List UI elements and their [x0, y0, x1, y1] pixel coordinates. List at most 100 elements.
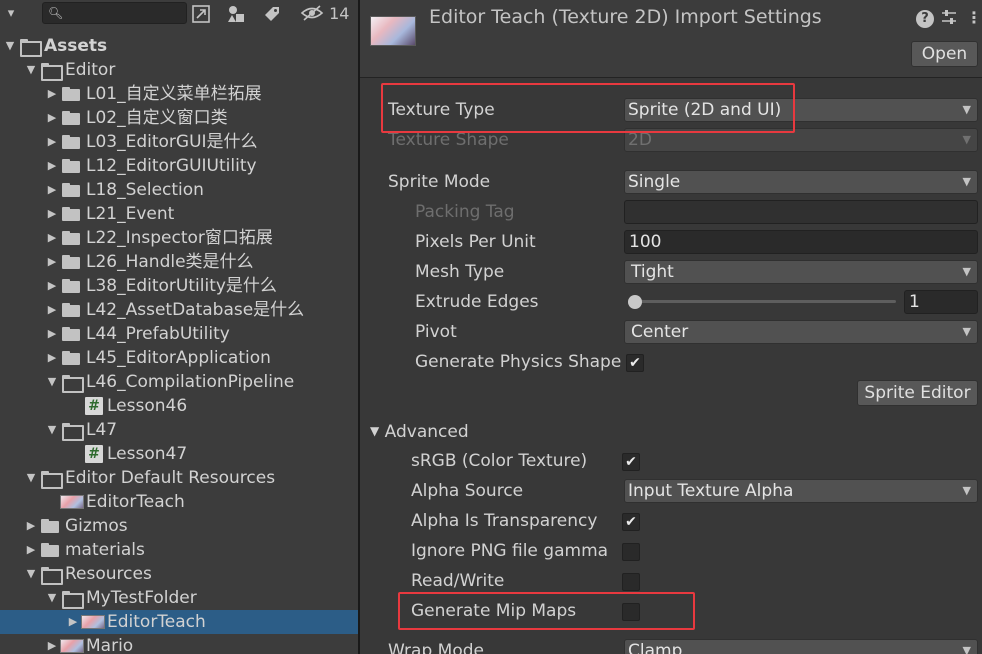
srgb-label: sRGB (Color Texture)	[411, 451, 588, 471]
tree-asset-item[interactable]: # Lesson46	[0, 394, 358, 418]
alpha-is-transparency-label: Alpha Is Transparency	[411, 511, 598, 531]
search-input[interactable]: 🔍︎	[42, 2, 187, 24]
hidden-count: 14	[329, 4, 350, 23]
expand-down-icon[interactable]: ▼	[25, 58, 37, 82]
more-icon[interactable]: ⋮	[966, 8, 982, 27]
tree-asset-item[interactable]: EditorTeach	[0, 490, 358, 514]
advanced-label: Advanced	[384, 422, 469, 442]
search-by-scene-icon[interactable]	[189, 2, 213, 26]
expand-right-icon[interactable]: ▶	[46, 322, 58, 346]
label-icon[interactable]	[260, 2, 284, 26]
tree-folder-item[interactable]: ▼ L47	[0, 418, 358, 442]
expand-right-icon[interactable]: ▶	[46, 82, 58, 106]
project-panel: ▾ 🔍︎ 14 ▼ Assets ▼ Editor ▶ L01_自定义菜单栏拓展 ▶ L02_…	[0, 0, 358, 654]
texture-icon	[60, 639, 84, 653]
expand-right-icon[interactable]: ▶	[46, 226, 58, 250]
expand-down-icon[interactable]: ▼	[46, 370, 58, 394]
tree-item-label: Resources	[65, 564, 152, 584]
pixels-per-unit-field[interactable]: 100	[624, 230, 978, 254]
tree-folder-item[interactable]: ▼ Editor Default Resources	[0, 466, 358, 490]
tree-folder-item[interactable]: ▼ L46_CompilationPipeline	[0, 370, 358, 394]
tree-folder-item[interactable]: ▶ L45_EditorApplication	[0, 346, 358, 370]
tree-folder-item[interactable]: ▶ L26_Handle类是什么	[0, 250, 358, 274]
expand-right-icon[interactable]: ▶	[46, 346, 58, 370]
folder-icon	[62, 207, 80, 221]
expand-right-icon[interactable]: ▶	[25, 514, 37, 538]
tree-asset-item[interactable]: ▶ Mario	[0, 634, 358, 654]
wrap-mode-dropdown[interactable]: Clamp ▼	[624, 639, 978, 654]
expand-right-icon[interactable]: ▶	[46, 274, 58, 298]
tree-asset-item[interactable]: # Lesson47	[0, 442, 358, 466]
tree-folder-item[interactable]: ▶ L38_EditorUtility是什么	[0, 274, 358, 298]
extrude-edges-slider[interactable]	[628, 300, 896, 303]
type-filter-icon[interactable]	[224, 2, 248, 26]
tree-item-label: Lesson46	[107, 396, 188, 416]
hidden-eye-icon	[300, 4, 329, 23]
folder-open-icon	[41, 567, 63, 585]
expand-down-icon[interactable]: ▼	[25, 562, 37, 586]
open-button[interactable]: Open	[911, 41, 978, 67]
extrude-edges-field[interactable]: 1	[904, 290, 978, 314]
hidden-packages-toggle[interactable]: 14	[300, 2, 352, 26]
expand-right-icon[interactable]: ▶	[46, 106, 58, 130]
folder-icon	[62, 159, 80, 173]
expand-right-icon[interactable]: ▶	[67, 610, 79, 634]
tree-item-label: Gizmos	[65, 516, 128, 536]
chevron-down-icon: ▼	[962, 644, 971, 654]
expand-right-icon[interactable]: ▶	[46, 298, 58, 322]
help-icon[interactable]: ?	[916, 10, 934, 28]
tree-folder-item[interactable]: ▶ L44_PrefabUtility	[0, 322, 358, 346]
expand-right-icon[interactable]: ▶	[25, 538, 37, 562]
tree-folder-item[interactable]: ▶ L42_AssetDatabase是什么	[0, 298, 358, 322]
tree-folder-item[interactable]: ▶ Gizmos	[0, 514, 358, 538]
tree-folder-item[interactable]: ▶ L03_EditorGUI是什么	[0, 130, 358, 154]
tree-folder-item[interactable]: ▶ L01_自定义菜单栏拓展	[0, 82, 358, 106]
expand-down-icon[interactable]: ▼	[46, 418, 58, 442]
expand-down-icon[interactable]: ▼	[25, 466, 37, 490]
tree-asset-item[interactable]: ▶ EditorTeach	[0, 610, 358, 634]
tree-folder-item[interactable]: ▶ materials	[0, 538, 358, 562]
tree-folder-item[interactable]: ▶ L12_EditorGUIUtility	[0, 154, 358, 178]
expand-down-icon[interactable]: ▼	[46, 586, 58, 610]
tree-folder-item[interactable]: ▶ L22_Inspector窗口拓展	[0, 226, 358, 250]
ignore-png-gamma-checkbox[interactable]	[622, 543, 640, 561]
tree-folder-item[interactable]: ▼ Resources	[0, 562, 358, 586]
srgb-checkbox[interactable]: ✔	[622, 453, 640, 471]
tree-folder-item[interactable]: ▼ Editor	[0, 58, 358, 82]
alpha-source-value: Input Texture Alpha	[628, 481, 794, 501]
folder-open-icon	[41, 471, 63, 489]
tree-item-label: Lesson47	[107, 444, 188, 464]
expand-right-icon[interactable]: ▶	[46, 130, 58, 154]
tree-folder-item[interactable]: ▼ MyTestFolder	[0, 586, 358, 610]
expand-right-icon[interactable]: ▶	[46, 154, 58, 178]
pivot-dropdown[interactable]: Center ▼	[624, 320, 978, 344]
expand-down-icon[interactable]: ▼	[4, 34, 16, 58]
tree-item-label: L46_CompilationPipeline	[86, 372, 295, 392]
tree-folder-item[interactable]: ▼ Assets	[0, 34, 358, 58]
advanced-foldout[interactable]: ▼ Advanced	[370, 418, 469, 444]
sprite-mode-dropdown[interactable]: Single ▼	[624, 170, 978, 194]
create-dropdown-icon[interactable]: ▾	[0, 2, 22, 26]
tree-folder-item[interactable]: ▶ L18_Selection	[0, 178, 358, 202]
tree-folder-item[interactable]: ▶ L21_Event	[0, 202, 358, 226]
mesh-type-dropdown[interactable]: Tight ▼	[624, 260, 978, 284]
alpha-source-label: Alpha Source	[411, 481, 524, 501]
tree-folder-item[interactable]: ▶ L02_自定义窗口类	[0, 106, 358, 130]
alpha-source-dropdown[interactable]: Input Texture Alpha ▼	[624, 479, 978, 503]
generate-physics-shape-checkbox[interactable]: ✔	[626, 354, 644, 372]
sprite-mode-label: Sprite Mode	[388, 172, 491, 192]
expand-right-icon[interactable]: ▶	[46, 250, 58, 274]
tree-item-label: L03_EditorGUI是什么	[86, 132, 258, 152]
expand-right-icon[interactable]: ▶	[46, 202, 58, 226]
extrude-edges-slider-thumb[interactable]	[628, 295, 642, 309]
tree-item-label: Editor Default Resources	[65, 468, 276, 488]
expand-right-icon[interactable]: ▶	[46, 634, 58, 654]
texture-thumbnail	[370, 16, 416, 46]
alpha-is-transparency-checkbox[interactable]: ✔	[622, 513, 640, 531]
mesh-type-label: Mesh Type	[415, 262, 505, 282]
presets-icon[interactable]	[940, 8, 958, 30]
folder-icon	[62, 279, 80, 293]
read-write-checkbox[interactable]	[622, 573, 640, 591]
sprite-editor-button[interactable]: Sprite Editor	[857, 380, 978, 406]
expand-right-icon[interactable]: ▶	[46, 178, 58, 202]
